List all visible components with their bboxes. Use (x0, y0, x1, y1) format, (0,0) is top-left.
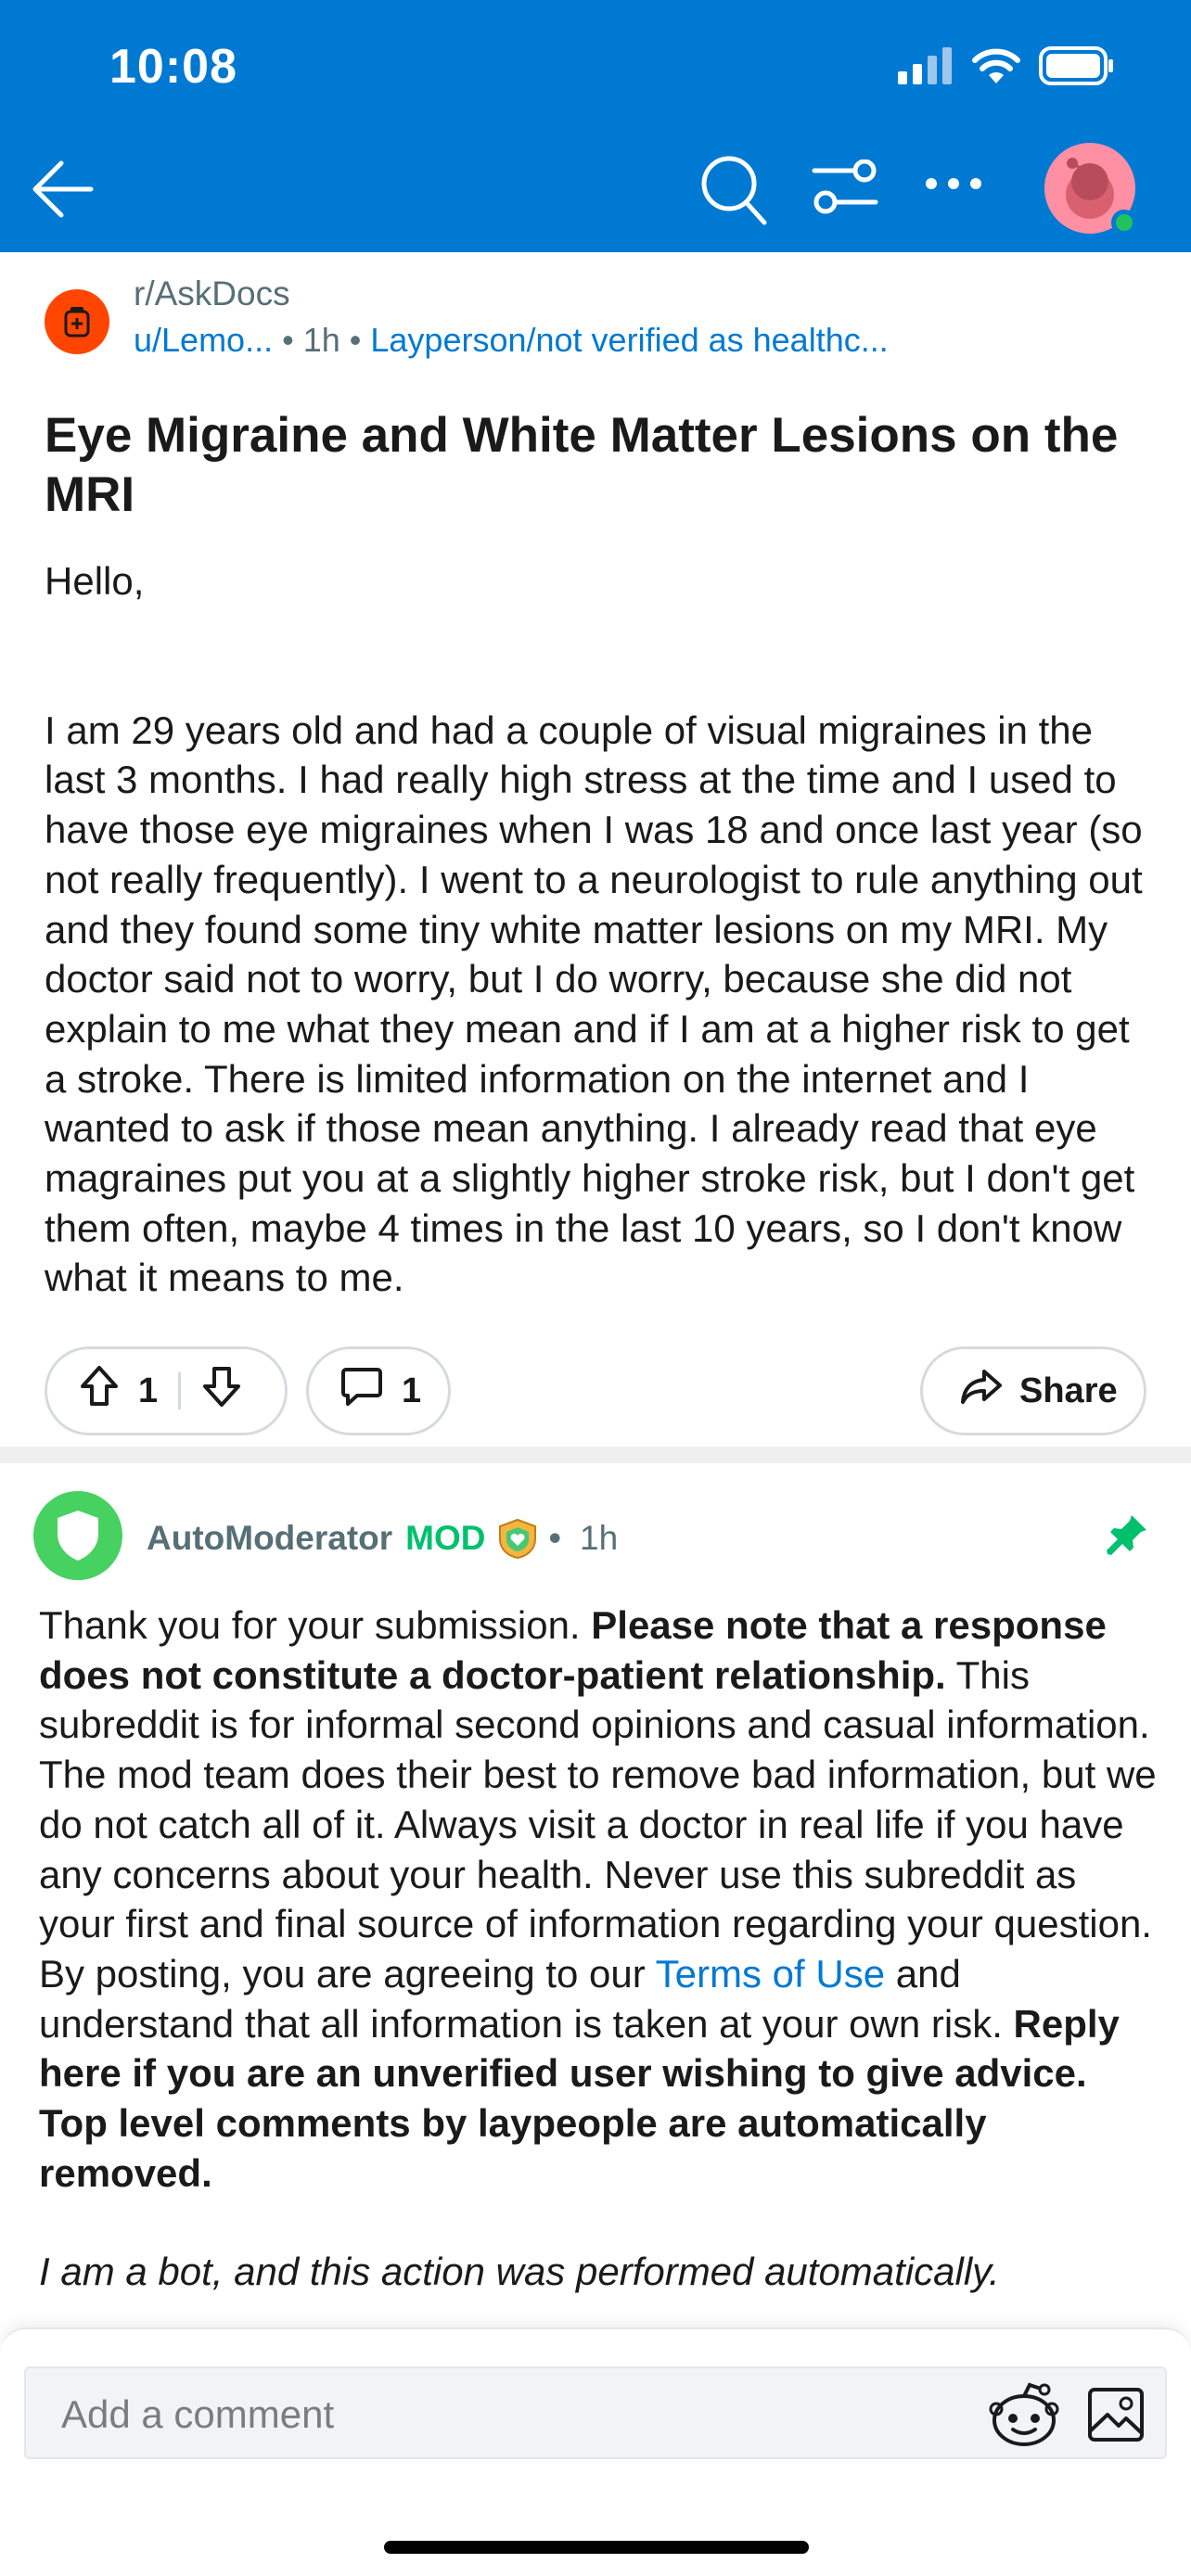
comment-author-line: AutoModerator MOD • 1h (147, 1517, 618, 1560)
battery-icon (1039, 46, 1115, 90)
comment-placeholder: Add a comment (61, 2392, 335, 2436)
cellular-signal-icon (898, 47, 954, 89)
post-author[interactable]: u/Lemo... (134, 321, 273, 359)
comments-button[interactable]: 1 (306, 1346, 451, 1435)
vote-control: 1 (45, 1346, 288, 1435)
post-actions: 1 1 Share (45, 1346, 1146, 1437)
post-body: Hello, I am 29 years old and had a coupl… (45, 556, 1158, 1303)
post-meta: r/AskDocs u/Lemo... • 1h • Layperson/not… (45, 274, 1158, 367)
post-meta-line: u/Lemo... • 1h • Layperson/not verified … (134, 321, 889, 360)
status-icons (898, 46, 1115, 90)
comment-author[interactable]: AutoModerator (147, 1519, 392, 1558)
nav-bar (0, 139, 1191, 241)
bot-note: I am a bot, and this action was performe… (39, 2250, 1000, 2294)
image-upload-icon[interactable] (1087, 2387, 1145, 2447)
comment-composer: Add a comment (0, 2327, 1191, 2576)
mod-tag: MOD (405, 1519, 486, 1557)
post-greeting: Hello, (45, 559, 145, 603)
comment-paragraph: Thank you for your submission. Please no… (39, 1600, 1161, 2198)
section-divider (0, 1447, 1191, 1463)
vote-divider (178, 1372, 182, 1409)
mod-badge-icon (496, 1517, 539, 1560)
comment-count: 1 (402, 1371, 422, 1410)
back-arrow-icon[interactable] (30, 156, 96, 227)
home-indicator (384, 2541, 809, 2554)
share-label: Share (1019, 1371, 1118, 1410)
comment-text: This subreddit is for informal second op… (39, 1652, 1157, 1996)
meta-separator: • (539, 1519, 570, 1557)
share-button[interactable]: Share (920, 1346, 1146, 1435)
user-avatar[interactable] (1044, 143, 1137, 236)
subreddit-name[interactable]: r/AskDocs (134, 274, 290, 313)
post-age: 1h (302, 321, 340, 359)
snoo-emoji-icon[interactable] (989, 2381, 1059, 2455)
mod-shield-avatar[interactable] (33, 1491, 122, 1580)
filter-icon[interactable] (811, 159, 879, 220)
user-flair[interactable]: Layperson/not verified as healthc... (370, 321, 888, 359)
vote-count: 1 (138, 1371, 159, 1410)
search-icon[interactable] (698, 152, 770, 233)
terms-of-use-link[interactable]: Terms of Use (656, 1952, 885, 1996)
status-time: 10:08 (109, 40, 237, 94)
comment-age: 1h (580, 1519, 619, 1557)
post-text: I am 29 years old and had a couple of vi… (45, 708, 1143, 1300)
meta-separator: • (349, 321, 371, 359)
comment-body: Thank you for your submission. Please no… (39, 1600, 1161, 2297)
add-comment-input[interactable]: Add a comment (24, 2366, 1167, 2459)
comment-icon (340, 1366, 383, 1416)
meta-separator: • (282, 321, 303, 359)
pin-icon (1104, 1511, 1150, 1562)
post-title: Eye Migraine and White Matter Lesions on… (45, 408, 1119, 522)
subreddit-icon[interactable] (45, 289, 109, 354)
comment-header: AutoModerator MOD • 1h (33, 1491, 1158, 1580)
wifi-icon (970, 46, 1022, 90)
comment-text: Thank you for your submission. (39, 1603, 592, 1647)
app-header: 10:08 (0, 0, 1191, 252)
online-status-dot (1111, 210, 1137, 236)
share-icon (960, 1368, 1003, 1414)
upvote-icon[interactable] (79, 1365, 120, 1417)
downvote-icon[interactable] (201, 1365, 242, 1417)
more-icon[interactable] (924, 176, 983, 196)
